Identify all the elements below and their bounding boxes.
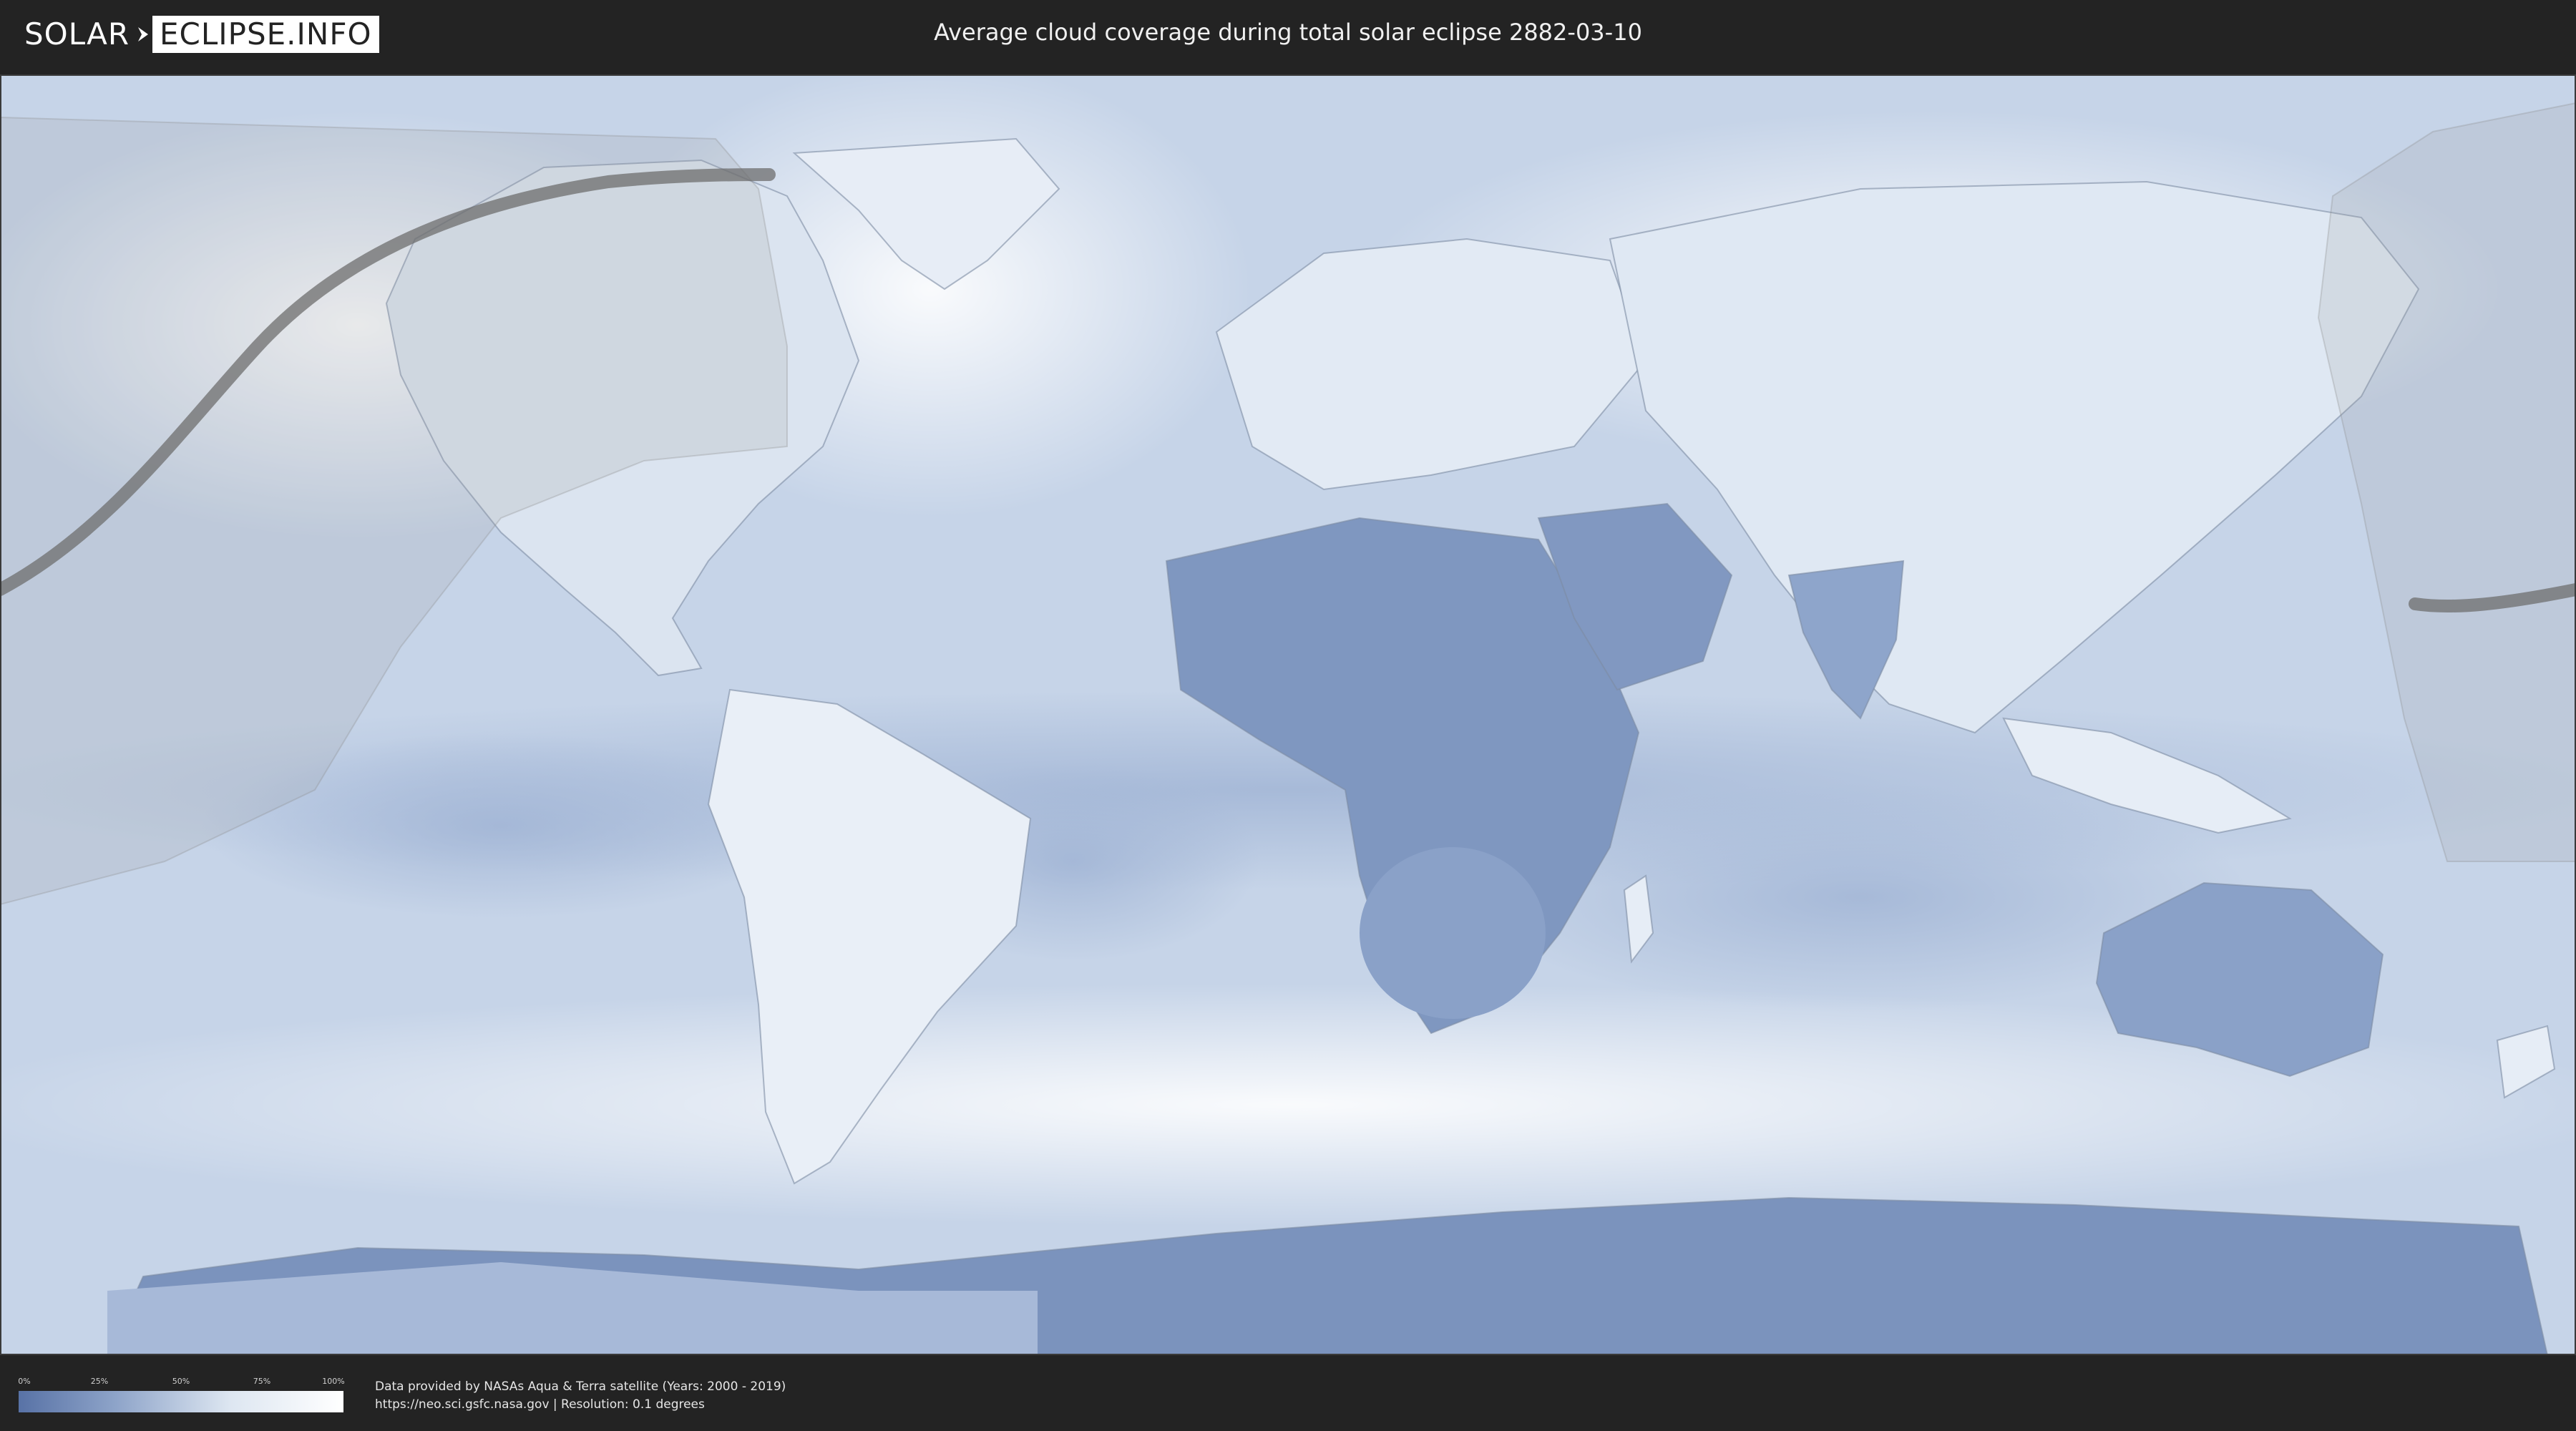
credit-line-url[interactable]: https://neo.sci.gsfc.nasa.gov | Resoluti… <box>375 1396 786 1414</box>
legend-tick-75: 75% <box>253 1377 271 1386</box>
legend-tick-100: 100% <box>322 1377 345 1386</box>
cloud-coverage-map[interactable] <box>0 74 2576 1355</box>
credit-line-source: Data provided by NASAs Aqua & Terra sate… <box>375 1379 786 1394</box>
data-credits: Data provided by NASAs Aqua & Terra sate… <box>375 1378 786 1414</box>
cloud-coverage-legend: 0% 25% 50% 75% 100% <box>18 1377 345 1420</box>
legend-tick-0: 0% <box>18 1377 31 1386</box>
legend-tick-25: 25% <box>90 1377 109 1386</box>
footer-bar: 0% 25% 50% 75% 100% Data provided by NAS… <box>0 1357 2576 1431</box>
header-bar: SOLAR ECLIPSE.INFO Average cloud coverag… <box>0 0 2576 72</box>
legend-tick-50: 50% <box>172 1377 190 1386</box>
map-canvas <box>0 74 2576 1355</box>
legend-color-bar <box>19 1391 343 1412</box>
page-title: Average cloud coverage during total sola… <box>934 19 1642 46</box>
